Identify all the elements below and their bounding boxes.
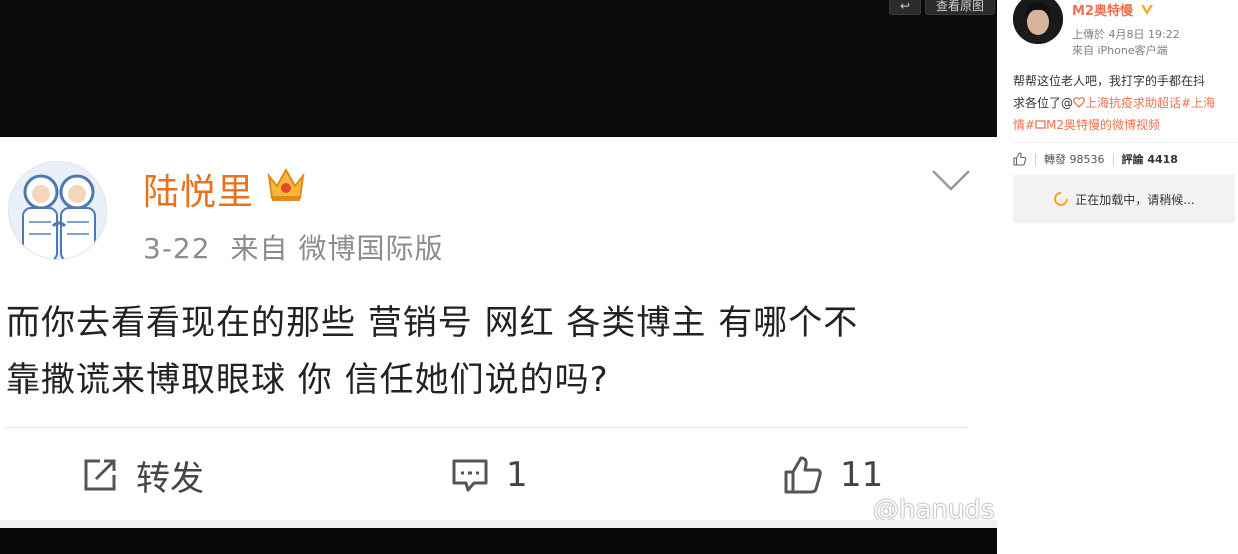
comment-stat[interactable]: 評論 4418: [1122, 151, 1178, 167]
hashtag-link[interactable]: #上海: [1181, 96, 1215, 110]
rotate-button[interactable]: ↩: [889, 0, 921, 15]
like-button[interactable]: 11: [782, 453, 883, 497]
side-panel: M2奥特慢 上傳於 4月8日 19:22 來自 iPhone客户端 帮帮这位老人…: [997, 0, 1238, 554]
thumb-up-icon[interactable]: [1013, 152, 1027, 166]
repost-icon: [84, 459, 116, 491]
image-viewer: ↩ 查看原图 陆悦里 3-22 来自 微博国际版 而你去看看现在的那些 营销号 …: [0, 0, 997, 554]
separator: [1035, 153, 1036, 165]
separator: [1112, 153, 1114, 165]
side-username[interactable]: M2奥特慢: [1072, 0, 1154, 19]
side-text-line: 求各位了@ 上海抗疫求助超话#上海: [1013, 92, 1238, 114]
like-count: 11: [840, 455, 884, 495]
post-card: 陆悦里 3-22 来自 微博国际版 而你去看看现在的那些 营销号 网红 各类博主 …: [0, 137, 997, 525]
post-source: 来自 微博国际版: [230, 232, 444, 265]
hashtag-link-end[interactable]: 情#: [1013, 118, 1035, 132]
avatar[interactable]: [8, 161, 107, 260]
loading-box: 正在加载中，请稍候...: [1013, 175, 1235, 223]
side-post-text: 帮帮这位老人吧，我打字的手都在抖 求各位了@ 上海抗疫求助超话#上海 情# M2奥特…: [1013, 70, 1238, 136]
comment-count: 1: [506, 455, 528, 495]
comment-icon: [452, 459, 488, 492]
divider: [1013, 142, 1238, 143]
loading-text: 正在加载中，请稍候...: [1075, 192, 1195, 207]
post-text-line: 而你去看看现在的那些 营销号 网红 各类博主 有哪个不: [6, 303, 859, 343]
side-text-prefix: 求各位了@: [1013, 96, 1074, 110]
like-icon: [784, 456, 822, 494]
comment-button[interactable]: 1: [450, 453, 528, 497]
video-icon: [1035, 120, 1046, 129]
side-username-text: M2奥特慢: [1072, 4, 1133, 19]
side-time: 上傳於 4月8日 19:22: [1072, 28, 1180, 41]
post-text: 而你去看看现在的那些 营销号 网红 各类博主 有哪个不 靠撒谎来博取眼球 你 信…: [6, 295, 966, 409]
post-footer-strip: [0, 520, 997, 528]
verified-icon: [1140, 5, 1153, 15]
viewer-bottom-area: [0, 528, 997, 554]
side-stats: 轉發 98536 評論 4418: [1013, 150, 1178, 168]
repost-button[interactable]: 转发: [80, 453, 204, 499]
repost-stat-label: 轉發: [1044, 153, 1066, 166]
side-source: 來自 iPhone客户端: [1072, 44, 1168, 57]
comment-stat-label: 評論: [1121, 153, 1144, 166]
comment-stat-count: 4418: [1147, 153, 1178, 166]
repost-label: 转发: [136, 458, 204, 499]
side-text-line: 帮帮这位老人吧，我打字的手都在抖: [1013, 74, 1206, 88]
heart-icon: [1073, 97, 1085, 108]
video-link[interactable]: M2奥特慢的微博视频: [1046, 118, 1160, 132]
post-username[interactable]: 陆悦里: [143, 163, 254, 215]
divider: [5, 427, 967, 428]
repost-stat-count: 98536: [1069, 153, 1105, 166]
viewer-top-area: [0, 0, 997, 137]
view-original-button[interactable]: 查看原图: [925, 0, 995, 15]
post-meta: 3-22 来自 微博国际版: [143, 227, 463, 267]
crown-icon: [267, 167, 305, 201]
topic-link[interactable]: 上海抗疫求助超话: [1085, 96, 1181, 110]
post-date: 3-22: [143, 232, 211, 265]
side-avatar[interactable]: [1013, 0, 1063, 44]
post-text-line: 靠撒谎来博取眼球 你 信任她们说的吗?: [6, 360, 609, 400]
spinner-icon: [1054, 192, 1069, 206]
chevron-down-icon[interactable]: [930, 167, 972, 193]
repost-stat[interactable]: 轉發 98536: [1044, 151, 1105, 167]
side-text-line: 情# M2奥特慢的微博视频: [1013, 114, 1238, 136]
screen: ↩ 查看原图 陆悦里 3-22 来自 微博国际版 而你去看看现在的那些 营销号 …: [0, 0, 1238, 554]
